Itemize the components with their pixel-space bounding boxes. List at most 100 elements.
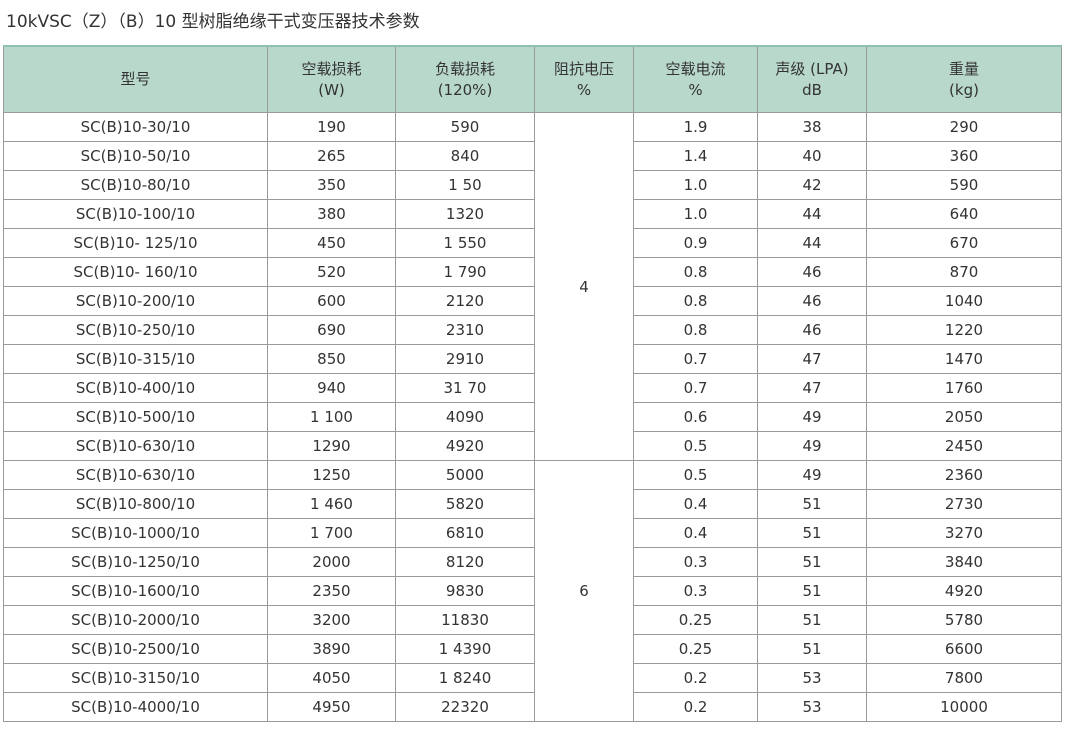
cell-no-load-loss: 520 [267, 257, 396, 287]
document-title: 10kVSC（Z）（B）10 型树脂绝缘干式变压器技术参数 [6, 12, 420, 32]
cell-model: SC(B)10-100/10 [3, 199, 268, 229]
cell-no-load-loss: 1 460 [267, 489, 396, 519]
cell-model: SC(B)10-800/10 [3, 489, 268, 519]
header-no-load-loss-unit: (W) [318, 80, 345, 99]
cell-no-load-current: 0.7 [633, 344, 758, 374]
cell-load-loss: 1 550 [395, 228, 535, 258]
cell-weight: 2730 [866, 489, 1062, 519]
cell-no-load-loss: 2350 [267, 576, 396, 606]
cell-no-load-current: 0.5 [633, 460, 758, 490]
cell-load-loss: 590 [395, 112, 535, 142]
cell-no-load-current: 1.9 [633, 112, 758, 142]
cell-load-loss: 1 4390 [395, 634, 535, 664]
cell-sound-level: 51 [757, 605, 867, 635]
table-row: SC(B)10-1250/10 2000 8120 0.3 51 3840 [3, 547, 1062, 577]
header-sound-level: 声级 (LPA) dB [757, 45, 867, 113]
cell-weight: 640 [866, 199, 1062, 229]
cell-no-load-current: 0.8 [633, 286, 758, 316]
cell-weight: 1040 [866, 286, 1062, 316]
cell-load-loss: 8120 [395, 547, 535, 577]
cell-sound-level: 46 [757, 315, 867, 345]
cell-impedance-voltage: 4 [534, 112, 634, 461]
cell-model: SC(B)10-200/10 [3, 286, 268, 316]
cell-sound-level: 51 [757, 518, 867, 548]
cell-weight: 7800 [866, 663, 1062, 693]
cell-weight: 1220 [866, 315, 1062, 345]
cell-model: SC(B)10-630/10 [3, 460, 268, 490]
cell-model: SC(B)10-50/10 [3, 141, 268, 171]
cell-no-load-current: 0.5 [633, 431, 758, 461]
table-row: SC(B)10-2000/10 3200 11830 0.25 51 5780 [3, 605, 1062, 635]
table-row: SC(B)10-630/10 1290 4920 0.5 49 2450 [3, 431, 1062, 461]
header-no-load-current: 空载电流 % [633, 45, 758, 113]
cell-model: SC(B)10-1600/10 [3, 576, 268, 606]
cell-no-load-current: 0.3 [633, 576, 758, 606]
cell-impedance-voltage: 6 [534, 460, 634, 722]
table-row: SC(B)10-80/10 350 1 50 1.0 42 590 [3, 170, 1062, 200]
cell-no-load-loss: 4050 [267, 663, 396, 693]
cell-model: SC(B)10-4000/10 [3, 692, 268, 722]
cell-no-load-loss: 350 [267, 170, 396, 200]
header-load-loss: 负载损耗 (120%) [395, 45, 535, 113]
cell-sound-level: 51 [757, 576, 867, 606]
cell-sound-level: 51 [757, 547, 867, 577]
cell-model: SC(B)10- 125/10 [3, 228, 268, 258]
cell-load-loss: 1 790 [395, 257, 535, 287]
cell-load-loss: 840 [395, 141, 535, 171]
cell-sound-level: 49 [757, 431, 867, 461]
cell-sound-level: 38 [757, 112, 867, 142]
header-load-loss-label: 负载损耗 [434, 59, 495, 78]
cell-load-loss: 22320 [395, 692, 535, 722]
cell-model: SC(B)10-315/10 [3, 344, 268, 374]
cell-no-load-loss: 690 [267, 315, 396, 345]
cell-no-load-current: 0.8 [633, 315, 758, 345]
spec-table: 型号 空载损耗 (W) 负载损耗 (120%) 阻抗电压 % 空载电流 % 声级… [3, 45, 1062, 722]
cell-no-load-current: 1.4 [633, 141, 758, 171]
cell-no-load-loss: 3890 [267, 634, 396, 664]
table-row: SC(B)10-50/10 265 840 1.4 40 360 [3, 141, 1062, 171]
table-header: 型号 空载损耗 (W) 负载损耗 (120%) 阻抗电压 % 空载电流 % 声级… [3, 45, 1062, 113]
cell-no-load-current: 0.9 [633, 228, 758, 258]
cell-load-loss: 2910 [395, 344, 535, 374]
header-row: 型号 空载损耗 (W) 负载损耗 (120%) 阻抗电压 % 空载电流 % 声级… [3, 45, 1062, 113]
header-load-loss-unit: (120%) [437, 80, 493, 99]
cell-load-loss: 5000 [395, 460, 535, 490]
cell-no-load-current: 0.2 [633, 663, 758, 693]
cell-sound-level: 51 [757, 634, 867, 664]
header-no-load-loss-label: 空载损耗 [301, 59, 362, 78]
cell-weight: 290 [866, 112, 1062, 142]
cell-model: SC(B)10-2500/10 [3, 634, 268, 664]
cell-no-load-current: 0.4 [633, 489, 758, 519]
cell-sound-level: 44 [757, 228, 867, 258]
cell-no-load-loss: 600 [267, 286, 396, 316]
cell-model: SC(B)10- 160/10 [3, 257, 268, 287]
cell-no-load-current: 0.25 [633, 605, 758, 635]
cell-model: SC(B)10-3150/10 [3, 663, 268, 693]
header-impedance-voltage-unit: % [576, 80, 592, 99]
table-row: SC(B)10-315/10 850 2910 0.7 47 1470 [3, 344, 1062, 374]
cell-no-load-current: 0.3 [633, 547, 758, 577]
table-row: SC(B)10-1000/10 1 700 6810 0.4 51 3270 [3, 518, 1062, 548]
cell-no-load-loss: 940 [267, 373, 396, 403]
cell-no-load-current: 0.8 [633, 257, 758, 287]
cell-load-loss: 9830 [395, 576, 535, 606]
cell-load-loss: 31 70 [395, 373, 535, 403]
table-row: SC(B)10-4000/10 4950 22320 0.2 53 10000 [3, 692, 1062, 722]
cell-no-load-current: 0.2 [633, 692, 758, 722]
cell-no-load-loss: 265 [267, 141, 396, 171]
cell-sound-level: 40 [757, 141, 867, 171]
table-row: SC(B)10-1600/10 2350 9830 0.3 51 4920 [3, 576, 1062, 606]
cell-load-loss: 1 8240 [395, 663, 535, 693]
cell-sound-level: 44 [757, 199, 867, 229]
cell-sound-level: 49 [757, 460, 867, 490]
cell-load-loss: 2310 [395, 315, 535, 345]
cell-no-load-loss: 3200 [267, 605, 396, 635]
cell-sound-level: 42 [757, 170, 867, 200]
header-sound-level-unit: dB [802, 80, 822, 99]
cell-load-loss: 11830 [395, 605, 535, 635]
table-body: SC(B)10-30/10 190 590 4 1.9 38 290 SC(B)10-50/1… [3, 112, 1062, 722]
cell-load-loss: 1 50 [395, 170, 535, 200]
cell-no-load-current: 0.6 [633, 402, 758, 432]
cell-sound-level: 46 [757, 257, 867, 287]
cell-model: SC(B)10-400/10 [3, 373, 268, 403]
